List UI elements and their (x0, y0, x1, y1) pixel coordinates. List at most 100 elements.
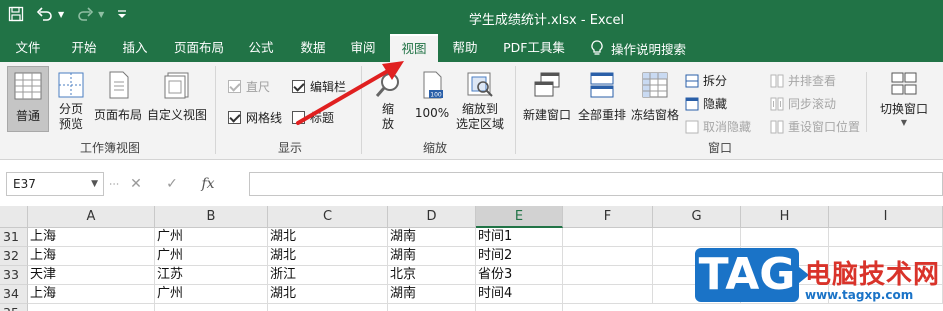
zoom-button[interactable]: 缩 放 (368, 66, 408, 136)
freeze-panes-button[interactable]: 冻结窗格 (629, 66, 681, 132)
zoom-to-selection-button[interactable]: 缩放到 选定区域 (454, 66, 506, 136)
tab-formulas[interactable]: 公式 (238, 34, 284, 62)
cell[interactable]: 湖南 (388, 247, 476, 266)
cell[interactable]: 湖南 (388, 228, 476, 247)
cell[interactable] (388, 304, 476, 311)
cell[interactable] (653, 228, 741, 247)
tab-view[interactable]: 视图 (390, 34, 438, 62)
cell[interactable]: 天津 (28, 266, 155, 285)
row-header[interactable]: 35 (0, 304, 28, 311)
cell[interactable]: 北京 (388, 266, 476, 285)
tab-review[interactable]: 审阅 (340, 34, 386, 62)
gridlines-checkbox[interactable]: 网格线 (228, 109, 282, 126)
side-by-side-icon (770, 74, 784, 87)
ribbon-view: 普通 分页 预览 页面布局 自定义视图 工作簿视图 直尺 编辑栏 网格线 标题 … (0, 62, 943, 160)
cell[interactable]: 上海 (28, 247, 155, 266)
column-header[interactable]: H (741, 206, 829, 228)
unhide-icon (685, 120, 699, 133)
new-window-button[interactable]: 新建窗口 (520, 66, 574, 132)
reset-position-label: 重设窗口位置 (788, 120, 861, 134)
headings-checkbox[interactable]: 标题 (292, 109, 334, 126)
cell[interactable] (476, 304, 563, 311)
cell[interactable]: 广州 (155, 247, 268, 266)
cell[interactable]: 广州 (155, 285, 268, 304)
row-header[interactable]: 33 (0, 266, 28, 285)
split-icon (685, 74, 699, 87)
cell[interactable]: 广州 (155, 228, 268, 247)
watermark-tag-logo: TAG (695, 248, 809, 302)
page-layout-view-button[interactable]: 页面布局 (92, 66, 144, 132)
insert-function-button[interactable]: fx (190, 176, 226, 192)
name-box[interactable]: E37 ▼ (6, 172, 104, 196)
zoom-label-1: 缩 (381, 102, 394, 116)
cell[interactable]: 湖北 (268, 285, 388, 304)
tab-home[interactable]: 开始 (60, 34, 108, 62)
cell[interactable]: 上海 (28, 285, 155, 304)
cell[interactable]: 时间2 (476, 247, 563, 266)
cell[interactable] (563, 285, 653, 304)
cell[interactable]: 湖北 (268, 247, 388, 266)
cell[interactable]: 时间1 (476, 228, 563, 247)
cell[interactable]: 省份3 (476, 266, 563, 285)
watermark: TAG 电脑技术网 www.tagxp.com (695, 246, 943, 306)
cell[interactable]: 上海 (28, 228, 155, 247)
select-all-button[interactable] (0, 206, 28, 228)
cell[interactable] (563, 266, 653, 285)
page-break-preview-button[interactable]: 分页 预览 (52, 66, 90, 136)
switch-windows-button[interactable]: 切换窗口 ▼ (876, 66, 932, 136)
hide-window-button[interactable]: 隐藏 (685, 95, 727, 112)
cell[interactable] (28, 304, 155, 311)
formula-buttons: ✕ ✓ fx (118, 172, 246, 196)
column-header[interactable]: F (563, 206, 653, 228)
formula-bar-checkbox[interactable]: 编辑栏 (292, 78, 346, 95)
cell[interactable] (829, 228, 943, 247)
zoom-100-badge: 100 (430, 92, 442, 99)
zoom-100-button[interactable]: 100 100% (412, 66, 452, 132)
cancel-icon[interactable]: ✕ (118, 176, 154, 192)
normal-view-button[interactable]: 普通 (7, 66, 49, 132)
column-header[interactable]: D (388, 206, 476, 228)
formula-input[interactable] (249, 172, 943, 196)
cell[interactable] (563, 228, 653, 247)
name-box-dropdown-icon[interactable]: ▼ (91, 173, 98, 195)
cell[interactable] (268, 304, 388, 311)
row-header[interactable]: 31 (0, 228, 28, 247)
cell[interactable] (741, 228, 829, 247)
tab-page-layout[interactable]: 页面布局 (165, 34, 233, 62)
column-header[interactable]: I (829, 206, 943, 228)
cell[interactable]: 时间4 (476, 285, 563, 304)
cell[interactable]: 江苏 (155, 266, 268, 285)
enter-icon[interactable]: ✓ (154, 176, 190, 192)
column-header[interactable]: A (28, 206, 155, 228)
custom-views-label: 自定义视图 (146, 108, 207, 122)
arrange-all-button[interactable]: 全部重排 (576, 66, 628, 132)
tab-file[interactable]: 文件 (6, 34, 50, 62)
show-group-label: 显示 (277, 141, 302, 155)
window-group-label: 窗口 (707, 141, 732, 155)
row-header[interactable]: 34 (0, 285, 28, 304)
tab-help[interactable]: 帮助 (442, 34, 488, 62)
zoom-100-label: 100% (414, 106, 450, 120)
column-header-active[interactable]: E (476, 206, 563, 228)
split-button[interactable]: 拆分 (685, 72, 727, 89)
formula-bar-check-box (292, 80, 305, 93)
tell-me-search[interactable]: 操作说明搜索 (591, 34, 686, 62)
cell[interactable]: 湖南 (388, 285, 476, 304)
zoom-selection-icon (467, 72, 493, 97)
cell[interactable]: 湖北 (268, 228, 388, 247)
sync-scroll-icon (770, 97, 784, 110)
column-header[interactable]: C (268, 206, 388, 228)
tab-pdf-tools[interactable]: PDF工具集 (496, 34, 572, 62)
watermark-title: 电脑技术网 (805, 260, 941, 290)
row-header[interactable]: 32 (0, 247, 28, 266)
tab-data[interactable]: 数据 (290, 34, 336, 62)
cell[interactable]: 浙江 (268, 266, 388, 285)
sync-scroll-button: 同步滚动 (770, 95, 836, 112)
column-header[interactable]: B (155, 206, 268, 228)
window-title: 学生成绩统计.xlsx - Excel (468, 13, 625, 28)
custom-views-button[interactable]: 自定义视图 (146, 66, 208, 132)
cell[interactable] (563, 247, 653, 266)
column-header[interactable]: G (653, 206, 741, 228)
tab-insert[interactable]: 插入 (112, 34, 158, 62)
cell[interactable] (155, 304, 268, 311)
